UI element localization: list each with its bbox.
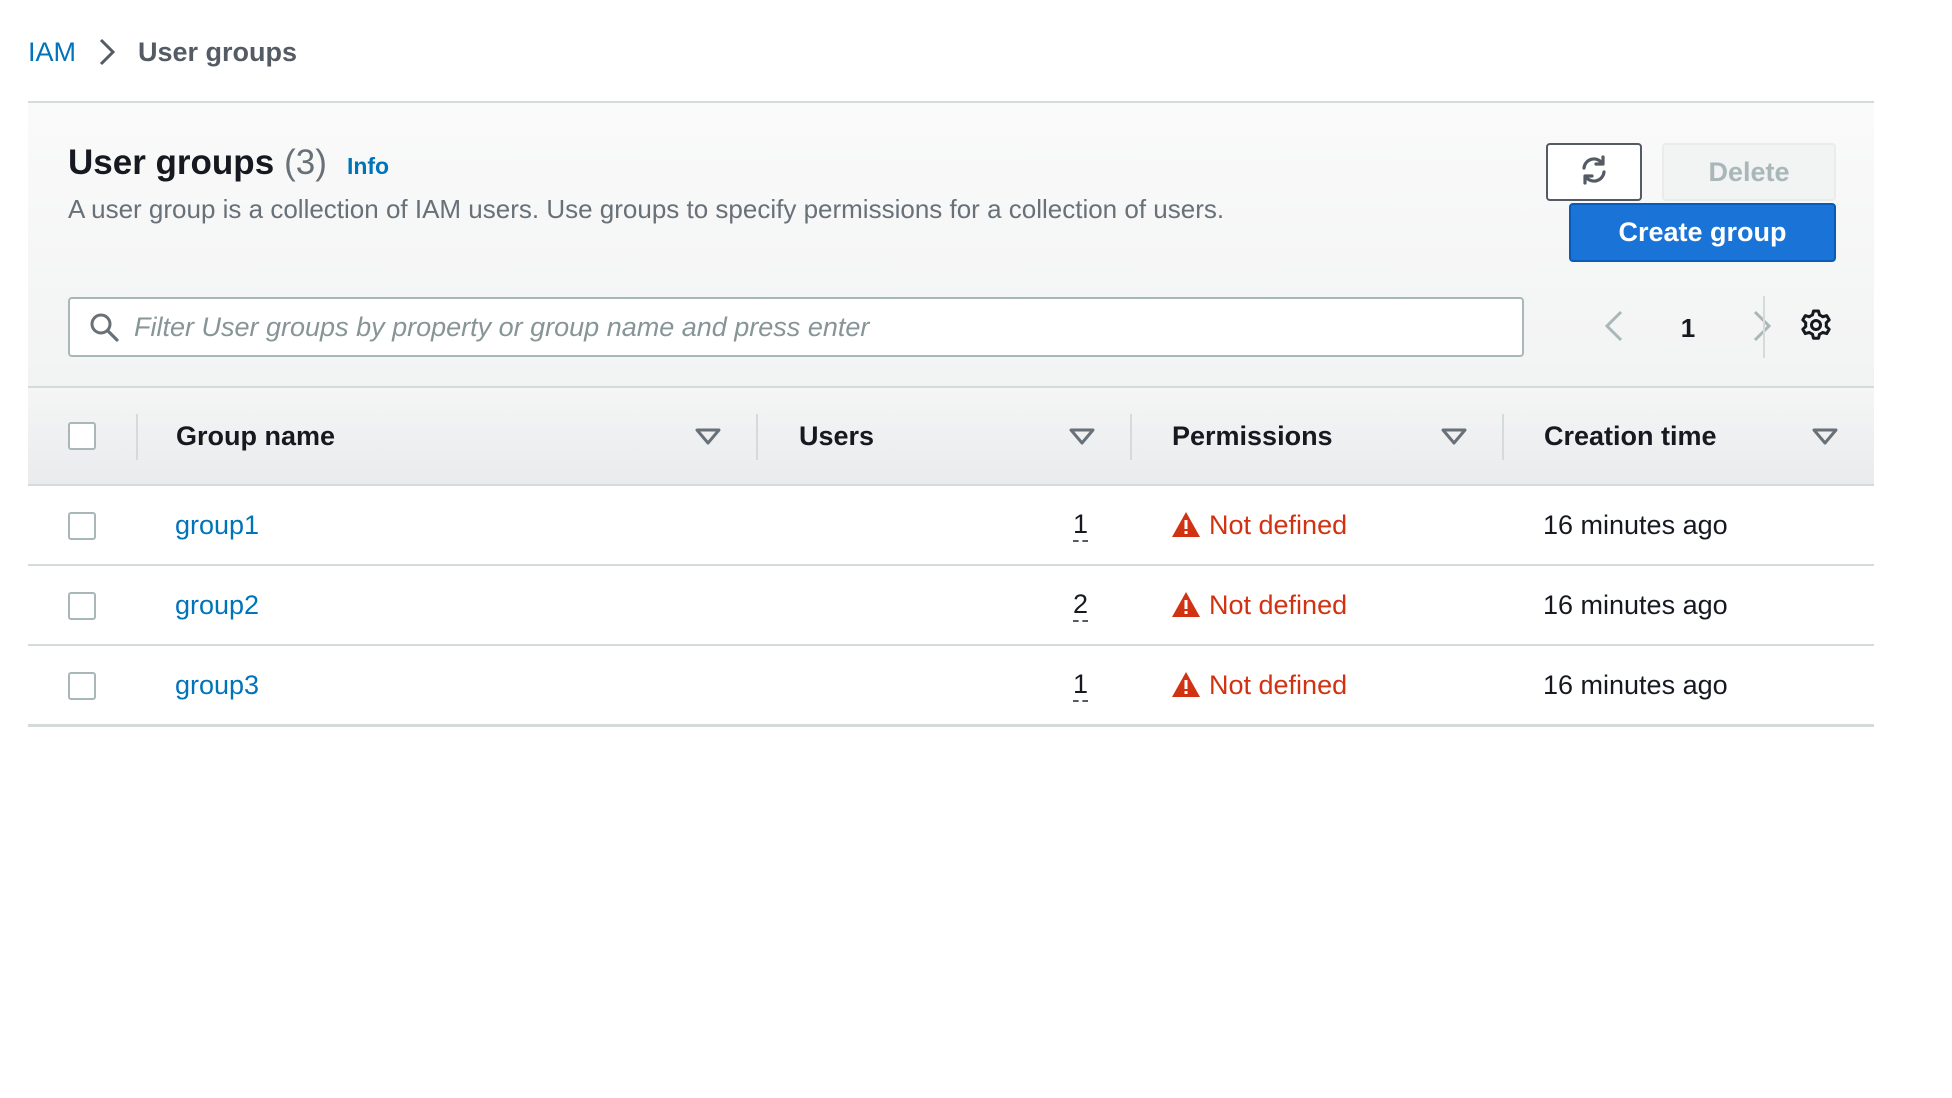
gear-icon: [1799, 308, 1833, 347]
column-header-permissions[interactable]: Permissions: [1172, 388, 1333, 484]
refresh-icon: [1578, 154, 1610, 191]
breadcrumb-current: User groups: [138, 36, 298, 67]
breadcrumb: IAM User groups: [28, 32, 297, 72]
sort-caret-down-icon[interactable]: [1439, 422, 1469, 452]
row-checkbox[interactable]: [68, 672, 96, 700]
creation-time: 16 minutes ago: [1543, 669, 1728, 700]
pager-divider: [1763, 296, 1765, 358]
user-groups-table-container: User groups (3) Info A user group is a c…: [28, 101, 1874, 727]
users-count[interactable]: 1: [1073, 669, 1089, 702]
warning-icon: [1171, 590, 1201, 620]
page-title: User groups: [68, 143, 275, 182]
permissions-text: Not defined: [1209, 589, 1348, 620]
column-header-users[interactable]: Users: [799, 388, 874, 484]
create-group-button[interactable]: Create group: [1569, 203, 1836, 262]
select-all-checkbox[interactable]: [68, 422, 96, 450]
breadcrumb-iam-link[interactable]: IAM: [28, 37, 76, 68]
page-description: A user group is a collection of IAM user…: [68, 194, 1225, 224]
chevron-left-icon: [1604, 310, 1624, 347]
group-name-link[interactable]: group3: [175, 670, 259, 701]
previous-page-button[interactable]: [1594, 308, 1634, 348]
permissions-status: Not defined: [1171, 590, 1347, 621]
permissions-status: Not defined: [1171, 510, 1347, 541]
users-count[interactable]: 2: [1073, 589, 1089, 622]
table-header-row: Group name Users Permissions Creation ti…: [28, 388, 1874, 486]
column-header-group-name[interactable]: Group name: [176, 388, 335, 484]
sort-caret-down-icon[interactable]: [693, 422, 723, 452]
creation-time: 16 minutes ago: [1543, 589, 1728, 620]
filter-input[interactable]: [134, 299, 1522, 355]
iam-user-groups-page: IAM User groups User groups (3) Info A u…: [0, 0, 1952, 1098]
permissions-text: Not defined: [1209, 509, 1348, 540]
next-page-button[interactable]: [1742, 308, 1782, 348]
delete-button[interactable]: Delete: [1662, 143, 1836, 201]
filter-field[interactable]: [68, 297, 1524, 357]
page-title-row: User groups (3) Info: [68, 143, 389, 183]
refresh-button[interactable]: [1546, 143, 1642, 201]
table-header-area: User groups (3) Info A user group is a c…: [28, 103, 1874, 388]
users-count[interactable]: 1: [1073, 509, 1089, 542]
column-divider: [1502, 414, 1504, 460]
creation-time: 16 minutes ago: [1543, 509, 1728, 540]
search-icon: [88, 311, 120, 343]
row-checkbox[interactable]: [68, 512, 96, 540]
sort-caret-down-icon[interactable]: [1810, 422, 1840, 452]
permissions-text: Not defined: [1209, 669, 1348, 700]
table-row: group2 2 Not defined 16 minutes ago: [28, 566, 1874, 646]
table-row: group3 1 Not defined 16 minutes ago: [28, 646, 1874, 726]
permissions-status: Not defined: [1171, 670, 1347, 701]
warning-icon: [1171, 510, 1201, 540]
group-count: (3): [284, 143, 327, 182]
chevron-right-icon: [1752, 310, 1772, 347]
warning-icon: [1171, 670, 1201, 700]
group-name-link[interactable]: group1: [175, 510, 259, 541]
group-name-link[interactable]: group2: [175, 590, 259, 621]
info-link[interactable]: Info: [347, 153, 389, 180]
sort-caret-down-icon[interactable]: [1067, 422, 1097, 452]
page-number-button[interactable]: 1: [1668, 308, 1708, 348]
column-divider: [136, 414, 138, 460]
column-header-creation-time[interactable]: Creation time: [1544, 388, 1717, 484]
column-divider: [1130, 414, 1132, 460]
row-checkbox[interactable]: [68, 592, 96, 620]
column-divider: [756, 414, 758, 460]
chevron-right-icon: [98, 38, 116, 66]
table-row: group1 1 Not defined 16 minutes ago: [28, 486, 1874, 566]
preferences-button[interactable]: [1796, 307, 1836, 347]
